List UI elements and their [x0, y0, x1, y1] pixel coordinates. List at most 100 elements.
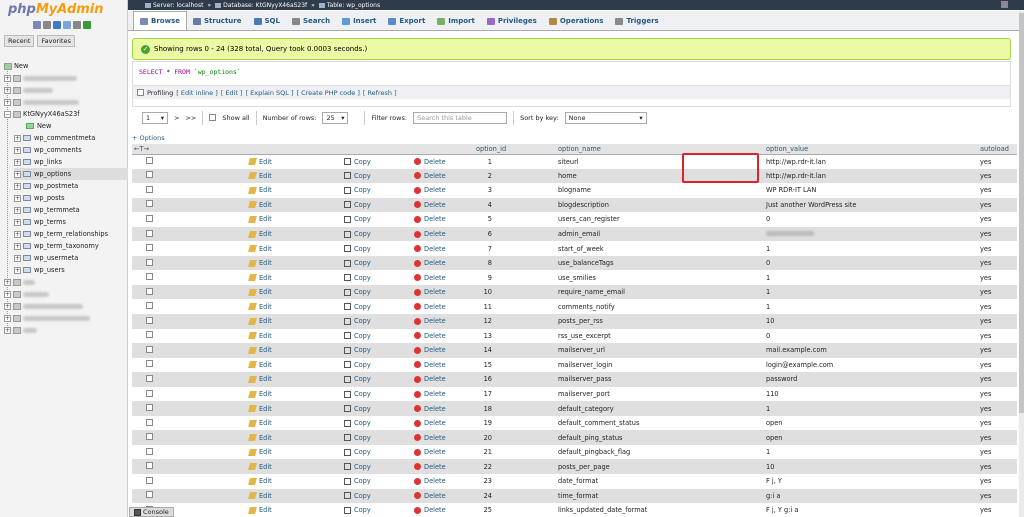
edit-button[interactable]: Edit [248, 172, 340, 180]
filter-rows-input[interactable]: Search this table [413, 111, 508, 124]
cell-option-id[interactable]: 24 [474, 488, 556, 504]
delete-button[interactable]: Delete [414, 201, 472, 209]
cell-option-id[interactable]: 2 [474, 168, 556, 184]
copy-button[interactable]: Copy [344, 215, 400, 223]
column-header-option-value[interactable]: option_value [764, 144, 978, 155]
tree-item-database[interactable]: + [4, 72, 77, 84]
copy-button[interactable]: Copy [344, 317, 400, 325]
page-select[interactable]: 1 ▾ [142, 111, 168, 124]
cell-option-id[interactable]: 25 [474, 503, 556, 517]
tab-browse[interactable]: Browse [133, 11, 187, 30]
cell-option-name[interactable]: posts_per_page [556, 459, 764, 475]
scrollbar-thumb[interactable] [1019, 13, 1024, 413]
tree-item-database[interactable]: + [4, 276, 35, 288]
edit-button[interactable]: Edit [248, 332, 340, 340]
cell-option-name[interactable]: time_format [556, 488, 764, 504]
settings-icon[interactable] [73, 21, 81, 29]
copy-button[interactable]: Copy [344, 405, 400, 413]
cell-option-value[interactable]: 1 [764, 401, 978, 416]
sidebar-item-wp-usermeta[interactable]: + wp_usermeta [14, 252, 78, 264]
edit-button[interactable]: Edit [248, 492, 340, 500]
edit-button[interactable]: Edit [248, 390, 340, 398]
cell-option-value[interactable]: F j, Y [764, 474, 978, 489]
cell-autoload[interactable]: yes [978, 299, 1017, 315]
cell-option-id[interactable]: 9 [474, 270, 556, 285]
delete-button[interactable]: Delete [414, 346, 472, 354]
refresh-link[interactable]: [ Refresh ] [363, 89, 397, 97]
cell-autoload[interactable]: yes [978, 241, 1017, 256]
edit-button[interactable]: Edit [248, 186, 340, 194]
edit-button[interactable]: Edit [248, 506, 340, 514]
sidebar-item-wp-terms[interactable]: + wp_terms [14, 216, 66, 228]
edit-inline-link[interactable]: [ Edit inline ] [176, 89, 218, 97]
cell-autoload[interactable]: yes [978, 197, 1017, 213]
cell-option-id[interactable]: 12 [474, 314, 556, 329]
row-checkbox[interactable] [146, 157, 153, 165]
cell-option-name[interactable]: default_ping_status [556, 430, 764, 445]
cell-option-name[interactable]: require_name_email [556, 284, 764, 300]
cell-autoload[interactable]: yes [978, 270, 1017, 285]
column-arrows[interactable]: ←T→ [132, 144, 192, 155]
cell-option-id[interactable]: 1 [474, 154, 556, 169]
tab-insert[interactable]: Insert [336, 12, 382, 30]
expand-icon[interactable]: + [4, 278, 11, 286]
copy-button[interactable]: Copy [344, 477, 400, 485]
row-checkbox[interactable] [146, 273, 153, 281]
tree-item-database[interactable]: + [4, 288, 50, 300]
delete-button[interactable]: Delete [414, 158, 472, 166]
cell-option-id[interactable]: 21 [474, 444, 556, 460]
delete-button[interactable]: Delete [414, 332, 472, 340]
edit-button[interactable]: Edit [248, 477, 340, 485]
cell-option-value[interactable] [764, 226, 978, 242]
row-checkbox[interactable] [146, 302, 153, 310]
sidebar-item-wp-commentmeta[interactable]: + wp_commentmeta [14, 132, 95, 144]
cell-option-id[interactable]: 22 [474, 459, 556, 475]
options-toggle[interactable]: + Options [132, 134, 165, 142]
expand-icon[interactable]: + [4, 98, 11, 106]
cell-option-value[interactable]: 0 [764, 328, 978, 344]
copy-button[interactable]: Copy [344, 332, 400, 340]
tab-sql[interactable]: SQL [248, 12, 286, 30]
delete-button[interactable]: Delete [414, 230, 472, 238]
cell-autoload[interactable]: yes [978, 255, 1017, 271]
copy-button[interactable]: Copy [344, 201, 400, 209]
expand-icon[interactable]: + [4, 74, 11, 82]
copy-button[interactable]: Copy [344, 463, 400, 471]
console-button[interactable]: Console [129, 507, 174, 517]
row-checkbox[interactable] [146, 447, 153, 455]
delete-button[interactable]: Delete [414, 317, 472, 325]
cell-option-id[interactable]: 14 [474, 343, 556, 358]
cell-option-id[interactable]: 13 [474, 328, 556, 344]
cell-option-name[interactable]: use_smilies [556, 270, 764, 285]
edit-button[interactable]: Edit [248, 215, 340, 223]
cell-autoload[interactable]: yes [978, 372, 1017, 387]
tab-structure[interactable]: Structure [187, 12, 248, 30]
copy-button[interactable]: Copy [344, 259, 400, 267]
edit-button[interactable]: Edit [248, 405, 340, 413]
cell-option-value[interactable]: WP RDR-IT LAN [764, 183, 978, 198]
cell-autoload[interactable]: yes [978, 488, 1017, 504]
edit-button[interactable]: Edit [248, 158, 340, 166]
delete-button[interactable]: Delete [414, 215, 472, 223]
row-checkbox[interactable] [146, 374, 153, 382]
cell-option-name[interactable]: posts_per_rss [556, 314, 764, 329]
row-checkbox[interactable] [146, 258, 153, 266]
delete-button[interactable]: Delete [414, 172, 472, 180]
copy-button[interactable]: Copy [344, 346, 400, 354]
cell-option-value[interactable]: 1 [764, 444, 978, 460]
copy-button[interactable]: Copy [344, 419, 400, 427]
copy-button[interactable]: Copy [344, 448, 400, 456]
expand-icon[interactable]: + [14, 218, 21, 226]
tab-privileges[interactable]: Privileges [481, 12, 543, 30]
row-checkbox[interactable] [146, 360, 153, 368]
copy-button[interactable]: Copy [344, 288, 400, 296]
sidebar-item-wp-termmeta[interactable]: + wp_termmeta [14, 204, 80, 216]
edit-button[interactable]: Edit [248, 317, 340, 325]
row-checkbox[interactable] [146, 476, 153, 484]
cell-option-value[interactable]: password [764, 372, 978, 387]
scrollbar[interactable] [1019, 11, 1024, 517]
cell-option-id[interactable]: 10 [474, 284, 556, 300]
delete-button[interactable]: Delete [414, 186, 472, 194]
copy-button[interactable]: Copy [344, 158, 400, 166]
phpmyadmin-logo[interactable]: phpMyAdmin [8, 2, 104, 17]
